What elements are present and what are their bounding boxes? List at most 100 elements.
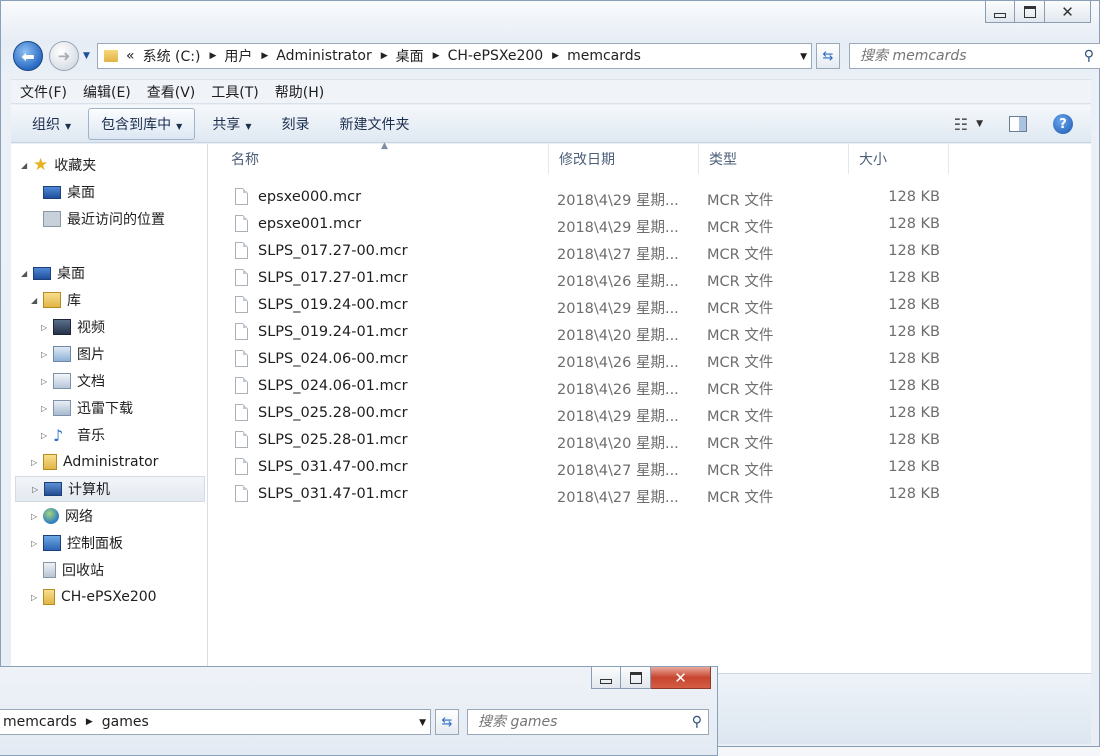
expand-icon[interactable]: ▷ [41,431,51,440]
file-row[interactable]: SLPS_024.06-01.mcr 2018\4\26 星期... MCR 文件 1… [228,373,948,400]
download-folder-icon [53,400,71,416]
tree-desktop[interactable]: ◢ 桌面 [21,260,85,286]
tree-epsxe[interactable]: ▷ CH-ePSXe200 [31,584,157,610]
collapse-icon[interactable]: ◢ [31,296,41,305]
include-library-button[interactable]: 包含到库中 ▼ [88,107,196,140]
breadcrumb-memcards[interactable]: memcards [3,714,77,730]
history-dropdown-icon[interactable]: ▼ [83,51,90,61]
file-row[interactable]: SLPS_025.28-00.mcr 2018\4\29 星期... MCR 文件 1… [228,400,948,427]
view-options-icon[interactable]: ☷ [954,115,968,134]
menu-help[interactable]: 帮助(H) [275,82,324,102]
menu-file[interactable]: 文件(F) [20,82,67,102]
forward-button[interactable]: ➜ [49,41,79,71]
back-button[interactable]: ⬅ [13,41,43,71]
chevron-right-icon[interactable]: ▶ [552,51,559,61]
file-date: 2018\4\20 星期... [557,436,679,452]
breadcrumb-epsxe[interactable]: CH-ePSXe200 [448,48,544,64]
search-box[interactable]: ⚲ [467,709,709,735]
tree-xunlei[interactable]: ▷ 迅雷下载 [41,395,133,421]
refresh-button[interactable]: ⇆ [816,43,840,69]
tree-network[interactable]: ▷ 网络 [31,503,93,529]
tree-favorites[interactable]: ◢ ★ 收藏夹 [21,152,96,178]
menu-edit[interactable]: 编辑(E) [83,82,131,102]
expand-icon[interactable]: ▷ [32,485,42,494]
tree-computer[interactable]: ▷ 计算机 [15,476,205,502]
tree-recent[interactable]: 最近访问的位置 [41,206,165,232]
file-row[interactable]: SLPS_017.27-01.mcr 2018\4\26 星期... MCR 文件 1… [228,265,948,292]
chevron-right-icon[interactable]: ▶ [433,51,440,61]
tree-admin[interactable]: ▷ Administrator [31,449,158,475]
file-row[interactable]: SLPS_024.06-00.mcr 2018\4\26 星期... MCR 文件 1… [228,346,948,373]
file-row[interactable]: SLPS_031.47-01.mcr 2018\4\27 星期... MCR 文件 1… [228,481,948,508]
column-label: 大小 [859,152,887,168]
search-input[interactable] [858,47,1084,65]
address-dropdown-icon[interactable]: ▼ [419,718,426,728]
tree-music[interactable]: ▷ ♪ 音乐 [41,422,105,448]
maximize-button[interactable] [621,667,651,689]
breadcrumb-desktop[interactable]: 桌面 [396,46,424,66]
preview-pane-icon[interactable] [1009,116,1027,132]
refresh-button[interactable]: ⇆ [435,709,459,735]
expand-icon[interactable]: ▷ [31,539,41,548]
file-row[interactable]: SLPS_025.28-01.mcr 2018\4\20 星期... MCR 文件 1… [228,427,948,454]
breadcrumb-overflow[interactable]: « [126,48,135,64]
new-folder-button[interactable]: 新建文件夹 [326,108,422,140]
expand-icon[interactable]: ▷ [31,512,41,521]
chevron-right-icon[interactable]: ▶ [261,51,268,61]
file-row[interactable]: epsxe001.mcr 2018\4\29 星期... MCR 文件 128 KB [228,211,948,238]
maximize-button[interactable] [1015,1,1045,23]
file-row[interactable]: SLPS_031.47-00.mcr 2018\4\27 星期... MCR 文件 1… [228,454,948,481]
column-header-date[interactable]: 修改日期 [549,144,699,174]
column-header-name[interactable]: 名称 ▲ [221,141,549,174]
minimize-button[interactable] [591,667,621,689]
column-header-type[interactable]: 类型 [699,144,849,174]
breadcrumb-users[interactable]: 用户 [224,46,252,66]
tree-pictures[interactable]: ▷ 图片 [41,341,105,367]
address-dropdown-icon[interactable]: ▼ [800,52,807,62]
expand-icon[interactable]: ▷ [31,458,41,467]
search-icon[interactable]: ⚲ [692,714,702,730]
expand-icon[interactable]: ▷ [41,350,51,359]
address-bar[interactable]: « 系统 (C:) ▶ 用户 ▶ Administrator ▶ 桌面 ▶ CH… [97,43,812,69]
column-header-size[interactable]: 大小 [849,144,949,174]
expand-icon[interactable]: ▷ [41,404,51,413]
breadcrumb-memcards[interactable]: memcards [567,48,641,64]
address-bar[interactable]: memcards ▶ games ▼ [0,709,431,735]
expand-icon[interactable]: ▷ [41,323,51,332]
search-box[interactable]: ⚲ [849,43,1100,69]
refresh-icon: ⇆ [822,48,834,64]
file-name: SLPS_017.27-01.mcr [258,270,408,286]
close-button[interactable]: ✕ [1045,1,1091,23]
chevron-right-icon[interactable]: ▶ [381,51,388,61]
tree-desktop-fav[interactable]: 桌面 [41,179,95,205]
tree-library[interactable]: ◢ 库 [31,287,81,313]
help-icon[interactable]: ? [1053,114,1073,134]
file-row[interactable]: SLPS_019.24-01.mcr 2018\4\20 星期... MCR 文件 1… [228,319,948,346]
collapse-icon[interactable]: ◢ [21,269,31,278]
view-dropdown-icon[interactable]: ▼ [976,119,983,129]
chevron-right-icon[interactable]: ▶ [209,51,216,61]
share-button[interactable]: 共享 ▼ [199,108,264,140]
expand-icon[interactable]: ▷ [41,377,51,386]
close-button[interactable]: ✕ [651,667,711,689]
expand-icon[interactable]: ▷ [31,593,41,602]
burn-button[interactable]: 刻录 [268,108,322,140]
tree-recycle[interactable]: 回收站 [41,557,104,583]
collapse-icon[interactable]: ◢ [21,161,31,170]
breadcrumb-admin[interactable]: Administrator [276,48,371,64]
menu-tools[interactable]: 工具(T) [211,82,258,102]
breadcrumb-drive[interactable]: 系统 (C:) [143,46,201,66]
minimize-button[interactable] [985,1,1015,23]
search-icon[interactable]: ⚲ [1084,48,1094,64]
breadcrumb-games[interactable]: games [102,714,149,730]
tree-videos[interactable]: ▷ 视频 [41,314,105,340]
tree-control-panel[interactable]: ▷ 控制面板 [31,530,123,556]
search-input[interactable] [476,713,692,731]
file-row[interactable]: SLPS_019.24-00.mcr 2018\4\29 星期... MCR 文件 1… [228,292,948,319]
file-row[interactable]: SLPS_017.27-00.mcr 2018\4\27 星期... MCR 文件 1… [228,238,948,265]
organize-button[interactable]: 组织 ▼ [19,108,84,140]
tree-documents[interactable]: ▷ 文档 [41,368,105,394]
chevron-right-icon[interactable]: ▶ [86,717,93,727]
menu-view[interactable]: 查看(V) [147,82,196,102]
file-row[interactable]: epsxe000.mcr 2018\4\29 星期... MCR 文件 128 KB [228,184,948,211]
